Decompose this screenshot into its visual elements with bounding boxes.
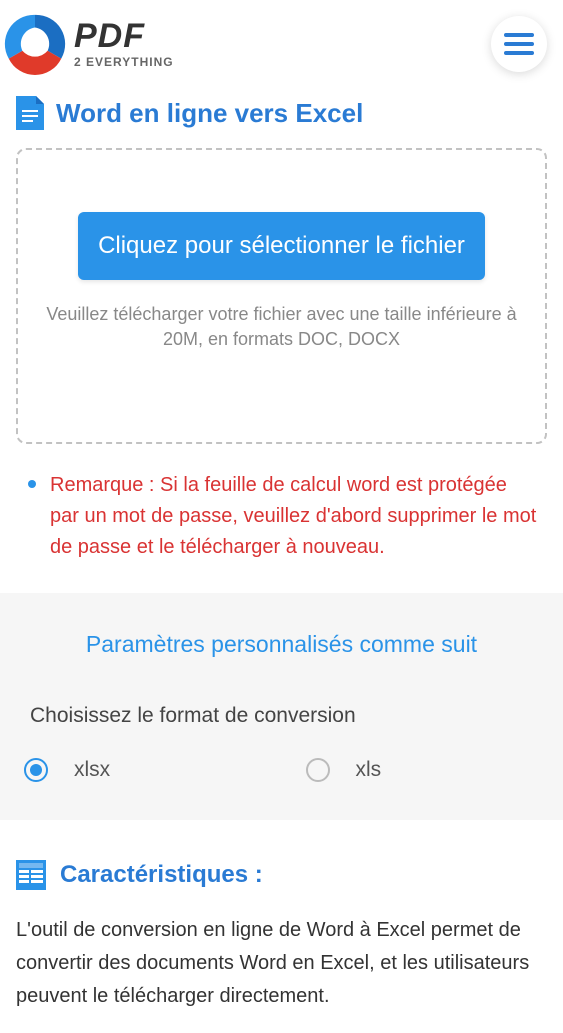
features-section: Caractéristiques : L'outil de conversion… [0, 820, 563, 1033]
radio-option-xls[interactable]: xls [306, 758, 548, 782]
hamburger-line [504, 42, 534, 46]
upload-dropzone[interactable]: Cliquez pour sélectionner le fichier Veu… [16, 148, 547, 444]
features-title: Caractéristiques : [60, 861, 263, 889]
document-icon [16, 96, 44, 130]
logo-sub: 2 EVERYTHING [74, 55, 174, 69]
logo-swirl-icon [0, 10, 70, 78]
menu-button[interactable] [491, 16, 547, 72]
note-row: Remarque : Si la feuille de calcul word … [0, 444, 563, 593]
page-title: Word en ligne vers Excel [56, 98, 363, 129]
features-heading-row: Caractéristiques : [16, 860, 547, 890]
format-label: Choisissez le format de conversion [30, 704, 547, 728]
upload-hint: Veuillez télécharger votre fichier avec … [38, 302, 525, 352]
radio-label-xlsx: xlsx [74, 758, 110, 782]
page-title-row: Word en ligne vers Excel [0, 88, 563, 148]
hamburger-line [504, 33, 534, 37]
radio-icon [24, 758, 48, 782]
logo[interactable]: PDF 2 EVERYTHING [0, 10, 174, 78]
radio-icon [306, 758, 330, 782]
hamburger-line [504, 51, 534, 55]
radio-option-xlsx[interactable]: xlsx [24, 758, 266, 782]
bullet-icon [28, 480, 36, 488]
header: PDF 2 EVERYTHING [0, 0, 563, 88]
settings-title: Paramètres personnalisés comme suit [16, 631, 547, 658]
format-radio-group: xlsx xls [16, 758, 547, 782]
logo-text: PDF 2 EVERYTHING [74, 19, 174, 69]
settings-panel: Paramètres personnalisés comme suit Choi… [0, 593, 563, 820]
logo-main: PDF [74, 19, 174, 53]
radio-label-xls: xls [356, 758, 382, 782]
features-body: L'outil de conversion en ligne de Word à… [16, 914, 547, 1013]
note-text: Remarque : Si la feuille de calcul word … [50, 470, 541, 563]
select-file-button[interactable]: Cliquez pour sélectionner le fichier [78, 212, 485, 280]
spreadsheet-icon [16, 860, 46, 890]
